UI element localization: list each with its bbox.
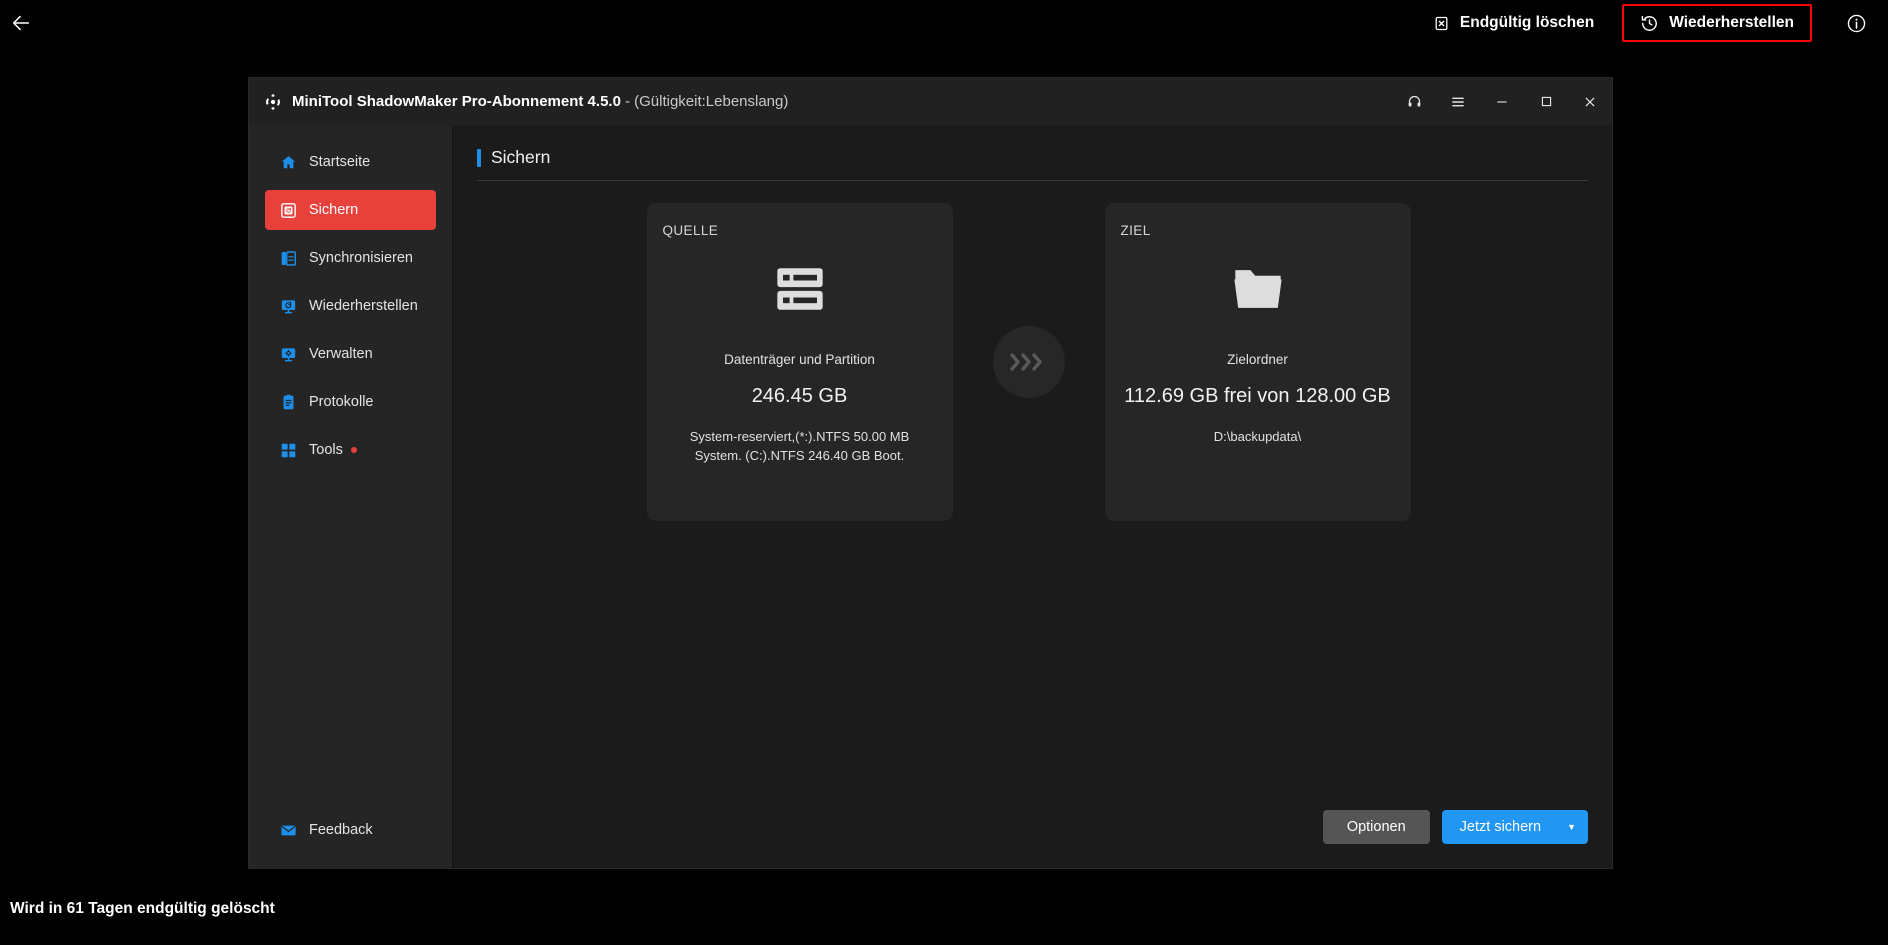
target-card-detail: D:\backupdata\: [1213, 429, 1302, 444]
source-card[interactable]: QUELLE Datenträger und Partition 246.45 …: [646, 203, 953, 521]
hamburger-menu-icon: [1452, 97, 1464, 106]
folder-icon: [1224, 252, 1292, 326]
restore-button[interactable]: Wiederherstellen: [1622, 4, 1812, 42]
source-card-size: 246.45 GB: [751, 385, 848, 407]
window-titlebar: MiniTool ShadowMaker Pro-Abonnement 4.5.…: [249, 78, 1612, 125]
arrow-left-icon: [12, 15, 30, 31]
source-to-target-connector: [992, 326, 1065, 398]
content-area: Sichern QUELLE Datenträger und Partition…: [453, 125, 1612, 868]
sidebar-item-label: Tools: [309, 442, 343, 458]
tools-icon: [279, 441, 298, 460]
sidebar-item-startseite[interactable]: Startseite: [265, 142, 436, 182]
disk-partition-icon: [766, 252, 834, 326]
sidebar-item-wiederherstellen[interactable]: Wiederherstellen: [265, 286, 436, 326]
logs-icon: [279, 393, 298, 412]
viewer-actions: Endgültig löschen Wiederherstellen: [1419, 0, 1876, 46]
sidebar-item-tools[interactable]: Tools: [265, 430, 436, 470]
maximize-icon: [1541, 96, 1551, 107]
close-button[interactable]: [1568, 78, 1612, 125]
backup-icon: [279, 201, 298, 220]
sidebar-item-label: Wiederherstellen: [309, 298, 418, 314]
envelope-icon: [279, 821, 298, 840]
chevrons-right-icon: [1009, 353, 1042, 371]
target-card-size: 112.69 GB frei von 128.00 GB: [1124, 385, 1391, 407]
options-button[interactable]: Optionen: [1322, 810, 1430, 844]
delete-permanently-button[interactable]: Endgültig löschen: [1419, 6, 1608, 40]
close-icon: [1585, 97, 1595, 106]
info-button[interactable]: [1836, 3, 1876, 43]
restore-clock-icon: [1641, 15, 1658, 31]
sidebar-item-label: Sichern: [309, 202, 359, 218]
backup-now-label: Jetzt sichern: [1459, 819, 1542, 835]
delete-permanently-label: Endgültig löschen: [1459, 14, 1595, 31]
sidebar: Startseite Sichern Synchronisieren Wiede…: [249, 125, 453, 868]
backup-now-button[interactable]: Jetzt sichern ▼: [1441, 810, 1588, 844]
minimize-icon: [1497, 100, 1507, 103]
support-button[interactable]: [1392, 78, 1436, 125]
restore-icon: [279, 297, 298, 316]
page-header: Sichern: [477, 147, 1588, 181]
application-window: MiniTool ShadowMaker Pro-Abonnement 4.5.…: [249, 78, 1612, 868]
target-card[interactable]: ZIEL Zielordner 112.69 GB frei von 128.0…: [1104, 203, 1411, 521]
action-bar: Optionen Jetzt sichern ▼: [453, 810, 1596, 868]
sidebar-item-synchronisieren[interactable]: Synchronisieren: [265, 238, 436, 278]
backup-cards-area: QUELLE Datenträger und Partition 246.45 …: [453, 203, 1596, 521]
back-button[interactable]: [4, 6, 38, 40]
page-title: Sichern: [491, 147, 551, 167]
minimize-button[interactable]: [1480, 78, 1524, 125]
sync-icon: [279, 249, 298, 268]
minitool-logo-icon: [266, 93, 280, 110]
feedback-label: Feedback: [309, 822, 373, 838]
sidebar-item-label: Protokolle: [309, 394, 374, 410]
sidebar-item-label: Synchronisieren: [309, 250, 413, 266]
window-title: MiniTool ShadowMaker Pro-Abonnement 4.5.…: [292, 93, 621, 110]
source-card-detail: System-reserviert,(*:).NTFS 50.00 MB Sys…: [689, 429, 910, 463]
home-icon: [279, 153, 298, 172]
manage-icon: [279, 345, 298, 364]
deletion-status-text: Wird in 61 Tagen endgültig gelöscht: [10, 900, 275, 917]
source-card-subtitle: Datenträger und Partition: [724, 352, 875, 367]
caret-down-icon[interactable]: ▼: [1567, 822, 1576, 832]
sidebar-item-label: Startseite: [309, 154, 371, 170]
sidebar-item-feedback[interactable]: Feedback: [265, 810, 436, 850]
sidebar-item-sichern[interactable]: Sichern: [265, 190, 436, 230]
delete-permanently-icon: [1435, 16, 1448, 30]
restore-label: Wiederherstellen: [1669, 14, 1794, 31]
target-card-subtitle: Zielordner: [1227, 352, 1288, 367]
window-title-suffix: - (Gültigkeit:Lebenslang): [624, 93, 789, 110]
target-card-label: ZIEL: [1120, 223, 1151, 238]
menu-button[interactable]: [1436, 78, 1480, 125]
viewer-topbar: Endgültig löschen Wiederherstellen: [0, 0, 1888, 46]
sidebar-item-label: Verwalten: [309, 346, 373, 362]
page-accent-bar: [477, 148, 481, 167]
tools-notification-dot: [350, 447, 357, 453]
sidebar-item-verwalten[interactable]: Verwalten: [265, 334, 436, 374]
sidebar-item-protokolle[interactable]: Protokolle: [265, 382, 436, 422]
window-body: Startseite Sichern Synchronisieren Wiede…: [249, 125, 1612, 868]
headphones-icon: [1408, 95, 1420, 107]
viewer-statusbar: Wird in 61 Tagen endgültig gelöscht: [0, 882, 1888, 945]
info-circle-icon: [1847, 14, 1865, 32]
source-card-label: QUELLE: [662, 223, 719, 238]
maximize-button[interactable]: [1524, 78, 1568, 125]
